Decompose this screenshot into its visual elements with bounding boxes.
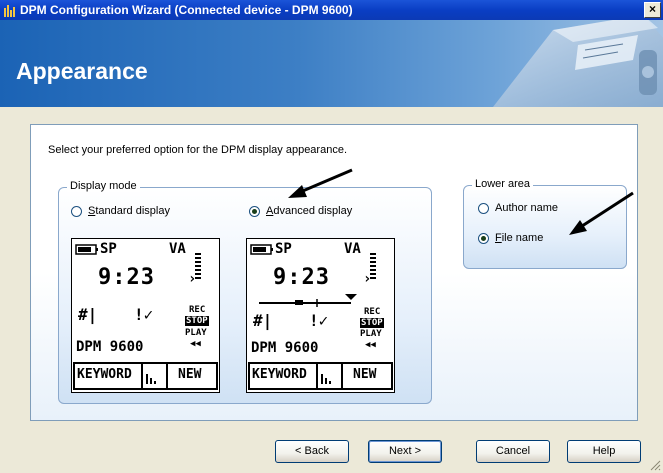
author-name-option[interactable]: Author name bbox=[478, 202, 558, 214]
next-button-label: Next > bbox=[388, 445, 422, 457]
advanced-display-option[interactable]: Advanced display bbox=[249, 205, 352, 217]
lcd-va: VA bbox=[344, 241, 361, 257]
page-title: Appearance bbox=[16, 58, 148, 84]
close-button[interactable]: × bbox=[644, 2, 661, 18]
advanced-display-label: Advanced display bbox=[266, 205, 353, 217]
title-bar: DPM Configuration Wizard (Connected devi… bbox=[0, 0, 663, 20]
lcd-hash: #| bbox=[253, 311, 273, 330]
annotation-arrow-icon bbox=[569, 191, 634, 235]
wizard-window: DPM Configuration Wizard (Connected devi… bbox=[0, 0, 663, 473]
advanced-display-preview: SP VA 9:23 › #| !✓ REC STOP PLAY ◀◀ DPM … bbox=[246, 238, 395, 393]
lcd-keyword: KEYWORD bbox=[77, 367, 132, 382]
lcd-model: DPM 9600 bbox=[76, 339, 144, 355]
cancel-button[interactable]: Cancel bbox=[476, 440, 550, 463]
standard-display-label: Standard display bbox=[88, 205, 170, 217]
lcd-stop: STOP bbox=[360, 318, 384, 328]
window-title: DPM Configuration Wizard (Connected devi… bbox=[20, 3, 353, 17]
cancel-button-label: Cancel bbox=[495, 445, 531, 457]
author-name-label: Author name bbox=[495, 202, 558, 214]
lcd-new: NEW bbox=[353, 367, 377, 382]
lcd-stop: STOP bbox=[185, 316, 209, 326]
lcd-check: !✓ bbox=[309, 311, 329, 330]
file-name-radio[interactable] bbox=[478, 232, 489, 244]
advanced-display-radio[interactable] bbox=[249, 205, 260, 217]
lcd-time: 9:23 bbox=[273, 265, 330, 290]
lcd-indicator: › bbox=[363, 271, 372, 287]
lcd-mode: SP bbox=[100, 241, 117, 257]
wizard-header: Appearance bbox=[0, 20, 663, 107]
lcd-new: NEW bbox=[178, 367, 202, 382]
lcd-rewind: ◀◀ bbox=[365, 340, 376, 350]
lcd-hash: #| bbox=[78, 305, 98, 324]
resize-grip-icon[interactable] bbox=[649, 459, 661, 471]
next-button[interactable]: Next > bbox=[368, 440, 442, 463]
file-name-label: File name bbox=[495, 232, 544, 244]
back-button-label: < Back bbox=[295, 445, 329, 457]
back-button[interactable]: < Back bbox=[275, 440, 349, 463]
lcd-play: PLAY bbox=[360, 329, 382, 339]
lcd-mode: SP bbox=[275, 241, 292, 257]
file-name-option[interactable]: File name bbox=[478, 232, 543, 244]
standard-display-preview: SP VA 9:23 › #| !✓ REC STOP PLAY ◀◀ DPM … bbox=[71, 238, 220, 393]
annotation-arrow-icon bbox=[288, 168, 353, 198]
lcd-rewind: ◀◀ bbox=[190, 339, 201, 349]
intro-text: Select your preferred option for the DPM… bbox=[48, 144, 347, 156]
display-mode-label: Display mode bbox=[67, 180, 140, 192]
lcd-rec: REC bbox=[189, 305, 206, 315]
lcd-va: VA bbox=[169, 241, 186, 257]
lcd-time: 9:23 bbox=[98, 265, 155, 290]
lcd-rec: REC bbox=[364, 307, 381, 317]
help-button-label: Help bbox=[592, 445, 616, 457]
app-icon bbox=[4, 5, 15, 17]
device-illustration bbox=[493, 20, 663, 107]
lcd-keyword: KEYWORD bbox=[252, 367, 307, 382]
standard-display-radio[interactable] bbox=[71, 205, 82, 217]
display-mode-group: Display mode Standard display Advanced d… bbox=[58, 180, 432, 404]
lcd-play: PLAY bbox=[185, 328, 207, 338]
author-name-radio[interactable] bbox=[478, 202, 489, 214]
help-button[interactable]: Help bbox=[567, 440, 641, 463]
lcd-indicator: › bbox=[188, 271, 197, 287]
lcd-check: !✓ bbox=[134, 305, 154, 324]
lower-area-label: Lower area bbox=[472, 178, 534, 190]
standard-display-option[interactable]: Standard display bbox=[71, 205, 170, 217]
content-panel: Select your preferred option for the DPM… bbox=[30, 124, 638, 421]
lcd-model: DPM 9600 bbox=[251, 340, 319, 356]
close-icon: × bbox=[648, 2, 656, 16]
